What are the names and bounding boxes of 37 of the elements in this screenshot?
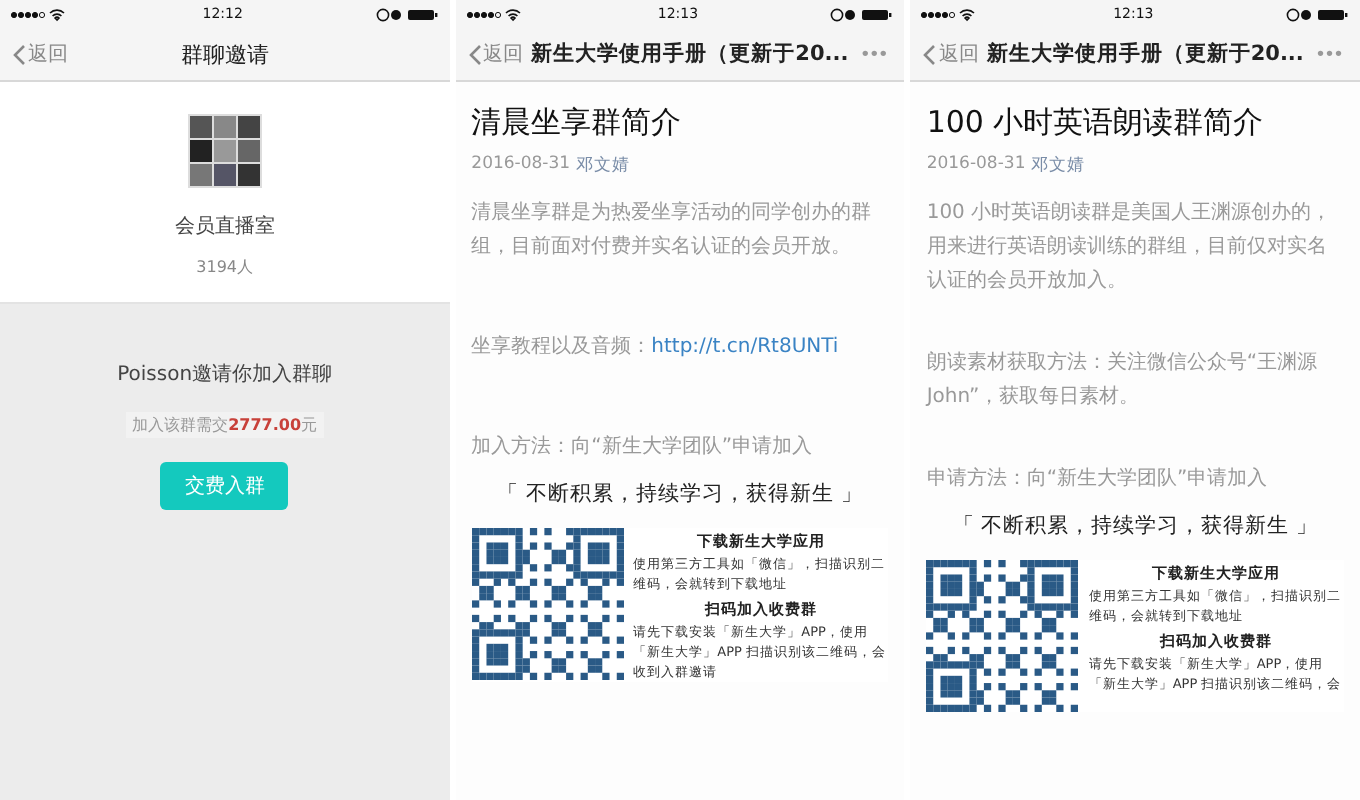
article-paragraph: 加入方法：向“新生大学团队”申请加入	[471, 433, 815, 462]
article-title: 100 小时英语朗读群简介	[926, 104, 1266, 142]
battery-icon	[375, 7, 440, 21]
battery-icon	[830, 7, 895, 21]
more-button[interactable]: •••	[857, 43, 893, 65]
quote-text: 「 不断积累，持续学习，获得新生 」	[495, 480, 865, 508]
article-date: 2016-08-31	[926, 154, 1026, 178]
nav-title: 新生大学使用手册（更新于20...	[986, 40, 1305, 68]
back-chevron-icon	[467, 43, 482, 65]
back-chevron-icon	[12, 43, 26, 65]
signal-wifi-icon	[465, 7, 526, 21]
back-link[interactable]: 返回	[12, 40, 68, 68]
article-title: 清晨坐享群简介	[471, 104, 684, 142]
more-button[interactable]: •••	[1312, 43, 1348, 65]
article-link[interactable]: http://t.cn/Rt8UNTi	[651, 336, 839, 358]
article-paragraph: 申请方法：向“新生大学团队”申请加入	[926, 465, 1270, 494]
invite-text: Poisson邀请你加入群聊	[117, 361, 333, 388]
nav-title: 新生大学使用手册（更新于20...	[531, 40, 850, 68]
nav-title: 群聊邀请	[180, 39, 269, 69]
quote-text: 「 不断积累，持续学习，获得新生 」	[950, 512, 1320, 540]
pay-join-button[interactable]: 交费入群	[160, 462, 289, 510]
article-paragraph: 清晨坐享群是为热爱坐享活动的同学创办的群组，目前面对付费并实名认证的会员开放。	[471, 199, 874, 262]
back-link[interactable]: 返回	[922, 40, 979, 68]
battery-icon	[1285, 7, 1350, 21]
member-count: 3194人	[196, 256, 253, 278]
group-avatar	[187, 114, 262, 188]
article-paragraph: 坐享教程以及音频：http://t.cn/Rt8UNTi	[471, 333, 841, 362]
article-date: 2016-08-31	[471, 154, 571, 178]
author-link[interactable]: 邓文婧	[1031, 154, 1086, 178]
signal-wifi-icon	[10, 7, 70, 21]
article-paragraph: 100 小时英语朗读群是美国人王渊源创办的，用来进行英语朗读训练的群组，目前仅对实名认证的会员开放加入。	[926, 199, 1334, 296]
back-link[interactable]: 返回	[467, 40, 524, 68]
author-link[interactable]: 邓文婧	[576, 154, 631, 178]
article-paragraph: 朗读素材获取方法：关注微信公众号“王渊源John”，获取每日素材。	[926, 349, 1320, 412]
back-chevron-icon	[922, 43, 937, 65]
group-name: 会员直播室	[174, 213, 275, 240]
fee-text: 加入该群需交2777.00元	[126, 412, 324, 438]
